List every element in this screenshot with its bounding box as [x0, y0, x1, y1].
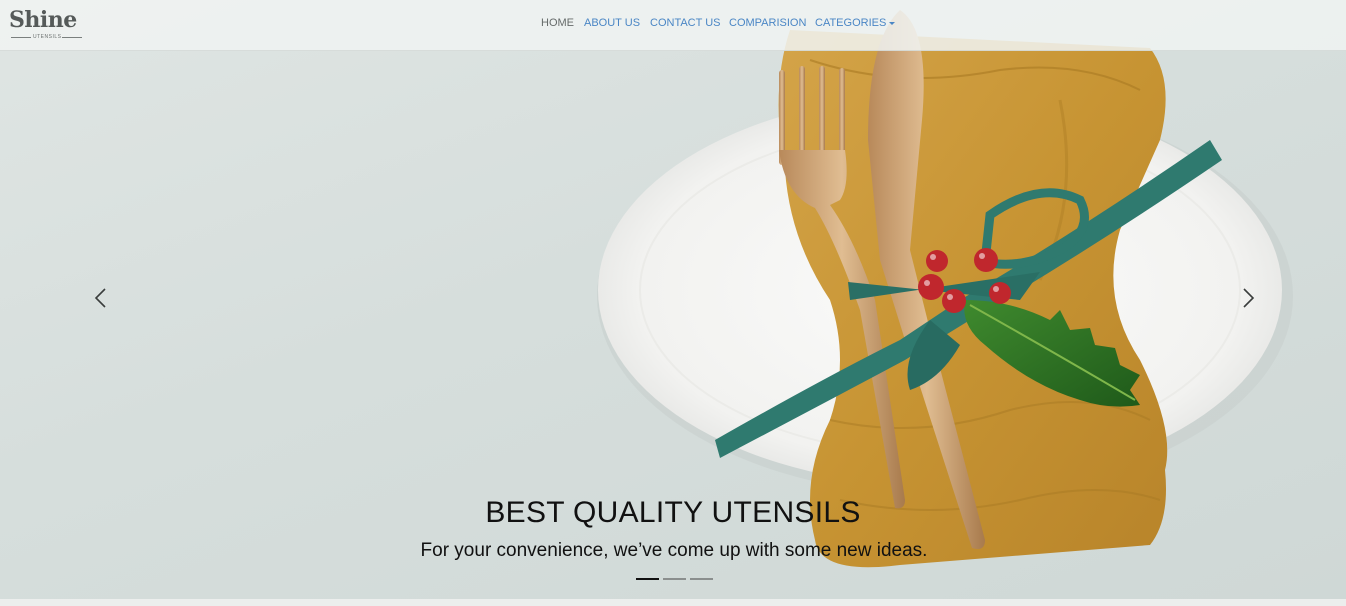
brand-name: Shine — [9, 7, 77, 33]
carousel-indicator-2[interactable] — [663, 578, 686, 580]
hero-carousel: BEST QUALITY UTENSILS For your convenien… — [0, 0, 1346, 599]
carousel-caption-title: BEST QUALITY UTENSILS — [485, 496, 861, 529]
brand-logo[interactable]: Shine UTENSILS — [9, 6, 87, 44]
carousel-indicators — [636, 576, 716, 582]
carousel-next-button[interactable] — [1233, 283, 1263, 313]
page-bottom-edge — [0, 599, 1346, 606]
chevron-left-icon — [94, 288, 106, 308]
nav-home[interactable]: HOME — [541, 16, 574, 30]
nav-categories[interactable]: CATEGORIES — [815, 16, 886, 30]
top-navbar: Shine UTENSILS HOME ABOUT US CONTACT US … — [0, 0, 1346, 51]
logo-rule-right — [62, 37, 82, 38]
carousel-indicator-3[interactable] — [690, 578, 713, 580]
nav-comparision[interactable]: COMPARISION — [729, 16, 806, 30]
carousel-prev-button[interactable] — [86, 283, 116, 313]
chevron-right-icon — [1243, 288, 1255, 308]
carousel-indicator-1[interactable] — [636, 578, 659, 580]
logo-rule-left — [11, 37, 31, 38]
nav-about-us[interactable]: ABOUT US — [584, 16, 640, 30]
caret-down-icon — [889, 22, 895, 25]
brand-tagline: UTENSILS — [33, 34, 62, 40]
carousel-caption-text: For your convenience, we’ve come up with… — [420, 540, 928, 561]
nav-contact-us[interactable]: CONTACT US — [650, 16, 721, 30]
